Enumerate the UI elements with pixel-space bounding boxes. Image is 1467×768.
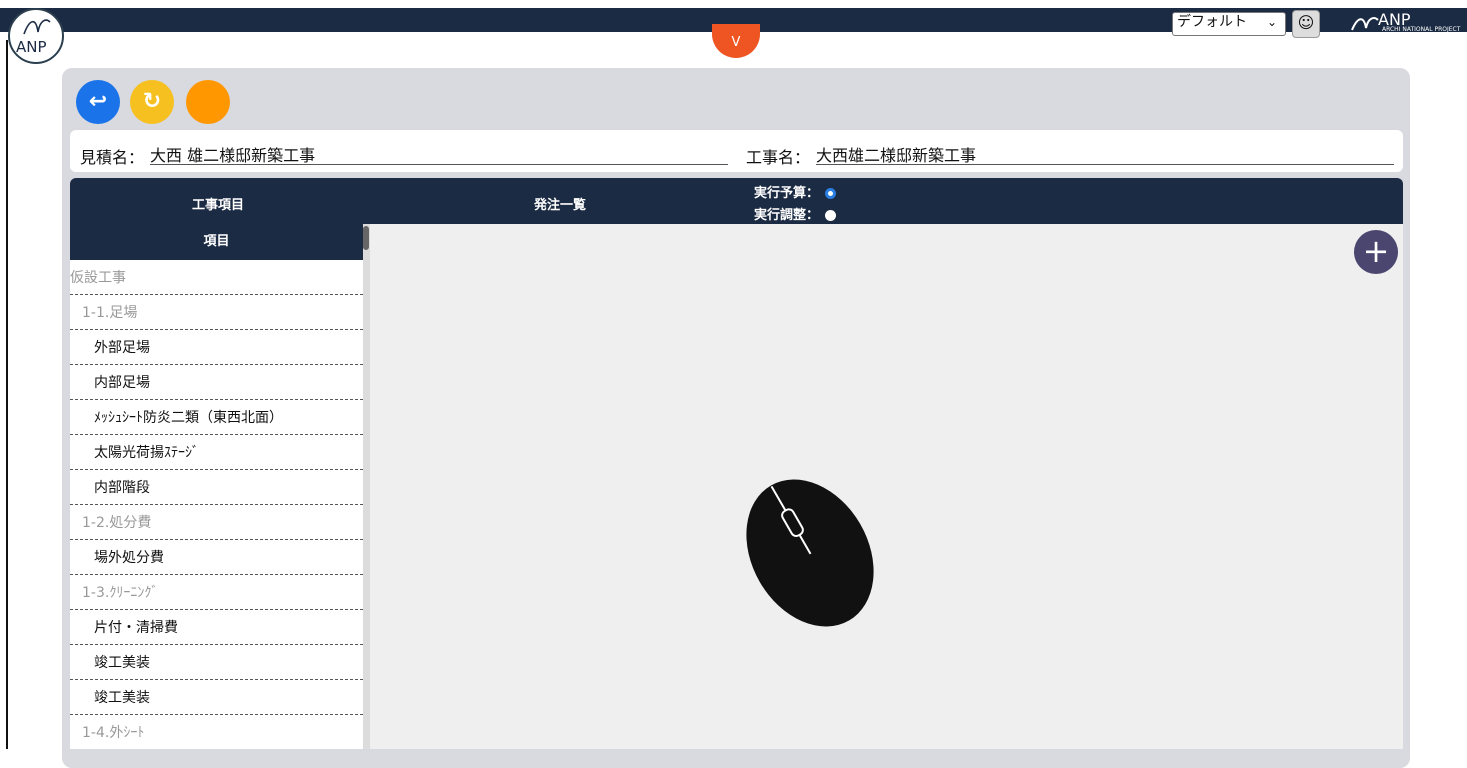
list-category[interactable]: 仮設工事 <box>70 260 363 295</box>
brand-swoosh-icon <box>1351 17 1379 31</box>
project-label: 工事名： <box>746 148 811 167</box>
theme-select[interactable]: デフォルト ⌄ <box>1172 12 1286 36</box>
item-list: 項目 仮設工事 1-1.足場 外部足場 内部足場 ﾒｯｼｭｼｰﾄ防炎二類（東西北面） 太陽… <box>70 224 363 749</box>
exec-adjust-radio[interactable] <box>825 210 837 221</box>
undo-icon: ↩ <box>88 89 108 114</box>
list-item[interactable]: 竣工美装 <box>70 680 363 715</box>
exec-budget-radio[interactable] <box>825 188 837 199</box>
chevron-down-icon: ⌄ <box>1266 15 1277 29</box>
list-item[interactable]: 外部足場 <box>70 330 363 365</box>
estimate-name-field[interactable]: 大西 雄二様邸新築工事 <box>150 142 728 165</box>
list-item[interactable]: 竣工美装 <box>70 645 363 680</box>
tab-order-list[interactable]: 発注一覧 <box>534 194 586 213</box>
window-edge <box>6 40 8 749</box>
chevron-down-label: V <box>731 35 741 50</box>
column-header-bar: 工事項目 発注一覧 実行予算： 実行調整： <box>70 178 1403 224</box>
logo-text: ANP <box>16 38 47 56</box>
list-item[interactable]: 太陽光荷揚ｽﾃｰｼﾞ <box>70 435 363 470</box>
exec-budget-label: 実行予算： <box>754 186 820 201</box>
redo-button[interactable]: ↻ <box>130 80 174 124</box>
list-item[interactable]: 片付・清掃費 <box>70 610 363 645</box>
list-scrollbar[interactable] <box>363 224 370 749</box>
action-button[interactable] <box>186 80 230 124</box>
list-category[interactable]: 1-2.処分費 <box>70 505 363 540</box>
redo-icon: ↻ <box>142 89 162 114</box>
list-category[interactable]: 1-3.ｸﾘｰﾆﾝｸﾞ <box>70 575 363 610</box>
list-category[interactable]: 1-4.外ｼｰﾄ <box>70 715 363 749</box>
tab-work-items[interactable]: 工事項目 <box>192 194 244 213</box>
theme-select-value: デフォルト <box>1177 14 1247 30</box>
undo-button[interactable]: ↩ <box>76 80 120 124</box>
estimate-label: 見積名： <box>80 148 145 167</box>
list-category[interactable]: 1-1.足場 <box>70 295 363 330</box>
project-name-field[interactable]: 大西雄二様邸新築工事 <box>816 142 1394 165</box>
list-body: 仮設工事 1-1.足場 外部足場 内部足場 ﾒｯｼｭｼｰﾄ防炎二類（東西北面） 太陽光荷揚… <box>70 260 363 749</box>
exec-adjust-option[interactable]: 実行調整： <box>754 204 837 223</box>
name-bar: 見積名： 大西 雄二様邸新築工事 工事名： 大西雄二様邸新築工事 <box>70 130 1403 172</box>
app-logo[interactable]: ANP <box>8 8 64 64</box>
list-item[interactable]: 内部足場 <box>70 365 363 400</box>
list-item[interactable]: 内部階段 <box>70 470 363 505</box>
list-scroll-thumb[interactable] <box>363 226 369 250</box>
list-item[interactable]: ﾒｯｼｭｼｰﾄ防炎二類（東西北面） <box>70 400 363 435</box>
list-item[interactable]: 場外処分費 <box>70 540 363 575</box>
exec-budget-option[interactable]: 実行予算： <box>754 182 837 201</box>
brand-subtitle: ARCHI NATIONAL PROJECT <box>1382 26 1461 33</box>
face-icon[interactable]: ☺ <box>1292 10 1320 38</box>
exec-adjust-label: 実行調整： <box>754 208 820 223</box>
logo-swoosh-icon <box>23 19 51 35</box>
mouse-icon <box>746 479 874 627</box>
list-header: 項目 <box>70 224 363 260</box>
collapse-toggle-button[interactable]: V <box>712 24 760 58</box>
add-button[interactable]: + <box>1354 230 1398 274</box>
